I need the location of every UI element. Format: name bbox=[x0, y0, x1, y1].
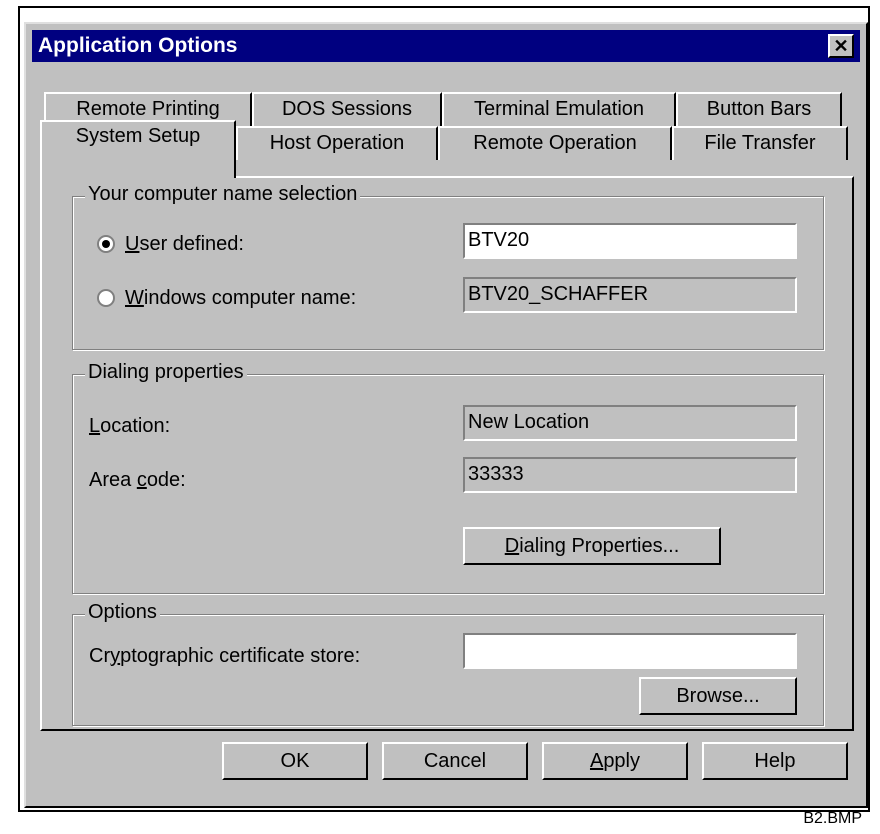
help-button[interactable]: Help bbox=[702, 742, 848, 780]
user-defined-value: BTV20 bbox=[468, 229, 530, 251]
tab-host-operation[interactable]: Host Operation bbox=[236, 126, 438, 160]
group-title: Options bbox=[85, 601, 160, 624]
frame-top bbox=[18, 6, 870, 8]
tab-label: Terminal Emulation bbox=[473, 98, 645, 120]
ok-label: OK bbox=[280, 750, 310, 772]
system-setup-panel: Your computer name selection User define… bbox=[40, 176, 854, 731]
user-defined-radio[interactable] bbox=[97, 235, 115, 253]
tab-label: File Transfer bbox=[704, 132, 816, 154]
windows-name-value: BTV20_SCHAFFER bbox=[468, 283, 649, 305]
figure-caption: B2.BMP bbox=[803, 810, 862, 827]
computer-name-group: Your computer name selection User define… bbox=[72, 183, 824, 350]
tab-dos-sessions[interactable]: DOS Sessions bbox=[252, 92, 442, 126]
browse-button[interactable]: Browse... bbox=[639, 677, 797, 715]
tab-label: Remote Printing bbox=[76, 98, 220, 120]
windows-name-label[interactable]: Windows computer name: bbox=[125, 287, 356, 310]
dialing-properties-button[interactable]: Dialing Properties... bbox=[463, 527, 721, 565]
title-bar[interactable]: Application Options ✕ bbox=[32, 30, 860, 62]
options-group: Options Cryptographic certificate store:… bbox=[72, 601, 824, 726]
location-field: New Location bbox=[463, 405, 797, 441]
cancel-button[interactable]: Cancel bbox=[382, 742, 528, 780]
application-options-dialog: Application Options ✕ Remote Printing DO… bbox=[24, 22, 868, 808]
window-title: Application Options bbox=[38, 34, 238, 57]
tab-system-setup[interactable]: System Setup bbox=[40, 120, 236, 178]
tab-file-transfer[interactable]: File Transfer bbox=[672, 126, 848, 160]
tab-label: Host Operation bbox=[269, 132, 405, 154]
tab-label: DOS Sessions bbox=[281, 98, 413, 120]
tab-terminal-emulation[interactable]: Terminal Emulation bbox=[442, 92, 676, 126]
cert-store-label: Cryptographic certificate store: bbox=[89, 645, 361, 667]
user-defined-label[interactable]: User defined: bbox=[125, 233, 244, 256]
cancel-label: Cancel bbox=[423, 750, 487, 772]
frame-bottom bbox=[18, 810, 870, 812]
tab-label: System Setup bbox=[75, 125, 201, 147]
area-code-field: 33333 bbox=[463, 457, 797, 493]
ok-button[interactable]: OK bbox=[222, 742, 368, 780]
tab-remote-operation[interactable]: Remote Operation bbox=[438, 126, 672, 160]
tab-button-bars[interactable]: Button Bars bbox=[676, 92, 842, 126]
browse-label: Browse... bbox=[676, 685, 760, 707]
user-defined-input[interactable]: BTV20 bbox=[463, 223, 797, 259]
close-button[interactable]: ✕ bbox=[828, 34, 854, 58]
frame-right bbox=[868, 6, 870, 812]
tab-label: Remote Operation bbox=[473, 132, 637, 154]
help-label: Help bbox=[754, 750, 796, 772]
group-title: Dialing properties bbox=[85, 361, 247, 384]
frame-left bbox=[18, 6, 20, 812]
windows-name-field: BTV20_SCHAFFER bbox=[463, 277, 797, 313]
dialing-properties-group: Dialing properties Location: New Locatio… bbox=[72, 361, 824, 594]
area-code-label: Area code: bbox=[89, 469, 186, 491]
tab-label: Button Bars bbox=[706, 98, 812, 120]
close-icon: ✕ bbox=[833, 36, 849, 56]
apply-button[interactable]: Apply bbox=[542, 742, 688, 780]
group-title: Your computer name selection bbox=[85, 183, 361, 206]
radio-selected-dot bbox=[102, 240, 110, 248]
location-label: Location: bbox=[89, 415, 171, 437]
area-code-value: 33333 bbox=[468, 463, 524, 485]
windows-name-radio[interactable] bbox=[97, 289, 115, 307]
location-value: New Location bbox=[468, 411, 590, 433]
cert-store-input[interactable] bbox=[463, 633, 797, 669]
